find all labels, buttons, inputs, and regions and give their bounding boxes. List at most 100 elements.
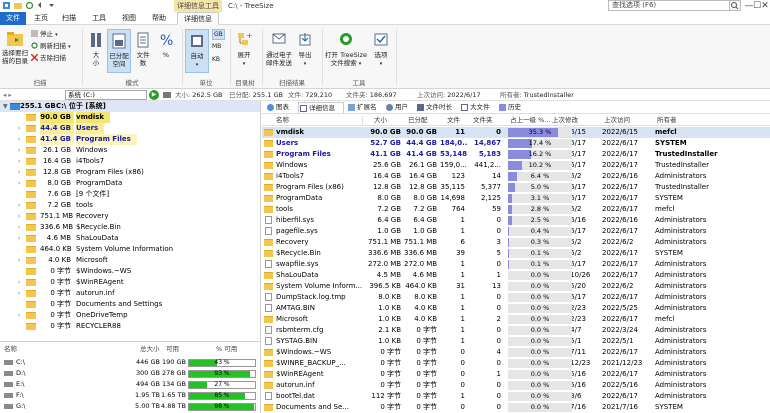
tree-expand-icon[interactable]: › [18, 178, 20, 189]
tree-row[interactable]: › 44.4 GB Users [0, 123, 260, 134]
table-row[interactable]: $Recycle.Bin336.6 MB336.6 MB3952022/6/22… [262, 248, 770, 259]
tree-expand-icon[interactable]: › [18, 310, 20, 321]
table-row[interactable]: Users 52.7 GB 44.4 GB 184,0... 14,867 2022/6/… [262, 138, 770, 149]
tab-file-age[interactable]: 文件时长 [416, 102, 458, 113]
tree-row[interactable]: ▼ 255.1 GB C:\ 位于 [系统] [0, 101, 260, 112]
drive-col-pct[interactable]: % 可用 [216, 344, 237, 355]
table-row[interactable]: i4Tools716.4 GB16.4 GB123142022/6/22022/… [262, 171, 770, 182]
tree-row[interactable]: › 26.1 GB Windows [0, 145, 260, 156]
col-size[interactable]: 大小 [372, 114, 402, 126]
tree-expand-icon[interactable]: › [18, 233, 20, 244]
tab-scan[interactable]: 扫描 [56, 12, 82, 25]
table-row[interactable]: System Volume Inform... 396.5 KB 464.0 KB 3… [262, 281, 770, 292]
table-row[interactable]: bootTel.dat112 字节0 字节102022/3/62022/6/17… [262, 391, 770, 402]
col-divider[interactable] [362, 116, 363, 125]
tab-home[interactable]: 主页 [28, 12, 54, 25]
undo-quick-icon[interactable] [36, 1, 45, 10]
close-button[interactable]: ✕ [760, 0, 770, 12]
col-name[interactable]: 名称 [274, 114, 334, 126]
tab-users[interactable]: 用户 [385, 102, 415, 113]
tree-expand-icon[interactable]: › [18, 277, 20, 288]
tree-expand-icon[interactable]: › [18, 167, 20, 178]
customize-quick-access-icon[interactable] [47, 1, 56, 10]
unit-kb-button[interactable]: KB [212, 55, 220, 64]
unit-mb-button[interactable]: MB [212, 42, 221, 51]
table-row[interactable]: hiberfil.sys6.4 GB6.4 GB102022/6/162022/… [262, 215, 770, 226]
tree-row[interactable]: › 751.1 MB Recovery [0, 211, 260, 222]
tab-tools[interactable]: 工具 [86, 12, 112, 25]
tree-row[interactable]: 90.0 GB vmdisk [0, 112, 260, 123]
tree-expand-icon[interactable]: › [18, 200, 20, 211]
tab-extensions[interactable]: 扩展名 [347, 102, 383, 113]
tree-row[interactable]: › 12.8 GB Program Files (x86) [0, 167, 260, 178]
tab-history[interactable]: 历史 [498, 102, 528, 113]
col-allocated[interactable]: 已分配 [406, 114, 436, 126]
remove-scan-button[interactable]: 去除扫描 [31, 54, 66, 63]
tree-row[interactable]: 7.6 GB [9 个文件] [0, 189, 260, 200]
tree-row[interactable]: 464.0 KB System Volume Information [0, 244, 260, 255]
table-row[interactable]: AMTAG.BIN1.0 KB4.0 KB102022/2/232022/5/2… [262, 303, 770, 314]
tree-row[interactable]: 0 字节 $Windows.~WS [0, 266, 260, 277]
tab-help[interactable]: 帮助 [146, 12, 172, 25]
table-row[interactable]: Program Files 41.1 GB 41.4 GB 53,148 5,183 20… [262, 149, 770, 160]
table-row[interactable]: SYSTAG.BIN1.0 KB0 字节102022/5/12022/5/1Ad… [262, 336, 770, 347]
nav-arrows-icon[interactable]: ◂ ▸ [3, 89, 12, 101]
col-folders[interactable]: 文件夹 [471, 114, 501, 126]
expand-button[interactable]: + 展开 ▾ [233, 31, 255, 68]
drive-row[interactable]: F:\ 1.95 TB 1.65 TB 85 % [0, 390, 260, 401]
tree-row[interactable]: › 0 字节 OneDriveTemp [0, 310, 260, 321]
tree-row[interactable]: › 0 字节 $WinREAgent [0, 277, 260, 288]
col-files[interactable]: 文件 [445, 114, 469, 126]
allocated-space-button[interactable]: 已分配 空间 [107, 29, 131, 73]
tab-detail-info[interactable]: 详细信息 [298, 102, 344, 113]
table-row[interactable]: DumpStack.log.tmp 8.0 KB 8.0 KB 1 0 2022/6/17… [262, 292, 770, 303]
tree-expand-icon[interactable]: › [18, 145, 20, 156]
drive-col-total[interactable]: 总大小 [140, 344, 160, 355]
tree-row[interactable]: › 4.6 MB ShaLouData [0, 233, 260, 244]
table-row[interactable]: vmdisk90.0 GB90.0 GB1102022/6/152022/6/1… [262, 127, 770, 138]
tree-row[interactable]: › 41.4 GB Program Files [0, 134, 260, 145]
unit-gb-button[interactable]: GB [212, 29, 225, 40]
table-row[interactable]: Program Files (x86) 12.8 GB 12.8 GB 35,115 5… [262, 182, 770, 193]
stop-button[interactable]: 停止 ▾ [31, 30, 58, 40]
table-row[interactable]: $WINRE_BACKUP_...0 字节0 字节002021/12/23202… [262, 358, 770, 369]
table-row[interactable]: ShaLouData4.5 MB4.6 MB112021/10/262022/6… [262, 270, 770, 281]
tree-row[interactable]: 0 字节 Documents and Settings [0, 299, 260, 310]
table-row[interactable]: swapfile.sys272.0 MB272.0 MB102022/6/172… [262, 259, 770, 270]
tree-row[interactable]: › 336.6 MB $Recycle.Bin [0, 222, 260, 233]
col-owner[interactable]: 所有者 [655, 114, 695, 126]
drive-row[interactable]: G:\ 5.00 TB 4.88 TB 98 % [0, 401, 260, 412]
tree-expand-icon[interactable]: › [18, 123, 20, 134]
table-row[interactable]: Documents and Se...0 字节0 字节002020/7/1620… [262, 402, 770, 413]
file-count-button[interactable]: 文件数 [133, 31, 153, 67]
unit-auto-button[interactable]: 自动 ▾ [185, 29, 209, 73]
tree-row[interactable]: › 0 字节 autorun.inf [0, 288, 260, 299]
tab-view[interactable]: 视图 [116, 12, 142, 25]
tree-expand-icon[interactable]: › [18, 222, 20, 233]
drive-col-free[interactable]: 可用 [166, 344, 179, 355]
tree-row[interactable]: › 8.0 GB ProgramData [0, 178, 260, 189]
open-treesize-search-button[interactable]: 打开 TreeSize 文件搜索 ▾ [324, 31, 368, 68]
tree-row[interactable]: › 4.0 KB Microsoft [0, 255, 260, 266]
tab-chart[interactable]: 图表 [266, 102, 298, 113]
tab-details[interactable]: 详细信息 [177, 12, 219, 25]
tree-expand-icon[interactable]: › [18, 156, 20, 167]
email-send-button[interactable]: 通过电子 邮件发送 [264, 31, 294, 67]
tree-row[interactable]: › 7.2 GB tools [0, 200, 260, 211]
table-row[interactable]: ProgramData 8.0 GB 8.0 GB 14,698 2,125 2022/6… [262, 193, 770, 204]
drive-row[interactable]: D:\ 300 GB 278 GB 93 % [0, 368, 260, 379]
col-accessed[interactable]: 上次访问 [602, 114, 642, 126]
drive-selector[interactable]: 系统 (C:) [65, 90, 147, 100]
export-button[interactable]: 导出 ▾ [296, 31, 314, 68]
tree-row[interactable]: 0 字节 RECYCLER88 [0, 321, 260, 332]
table-row[interactable]: rsbmterm.cfg2.1 KB0 字节102021/4/72022/3/2… [262, 325, 770, 336]
drive-row[interactable]: E:\ 494 GB 134 GB 27 % [0, 379, 260, 390]
table-row[interactable]: Windows 25.6 GB 26.1 GB 159,0... 441,2... 202… [262, 160, 770, 171]
search-icon[interactable] [730, 0, 741, 11]
size-mode-button[interactable]: 大小 [86, 31, 106, 67]
table-row[interactable]: autorun.inf0 字节0 字节002022/5/162022/5/16A… [262, 380, 770, 391]
refresh-quick-icon[interactable] [25, 1, 34, 10]
drive-row[interactable]: C:\ 446 GB 190 GB 43 % [0, 357, 260, 368]
tab-large-files[interactable]: 大文件 [460, 102, 496, 113]
col-modified[interactable]: 上次修改 [550, 114, 590, 126]
